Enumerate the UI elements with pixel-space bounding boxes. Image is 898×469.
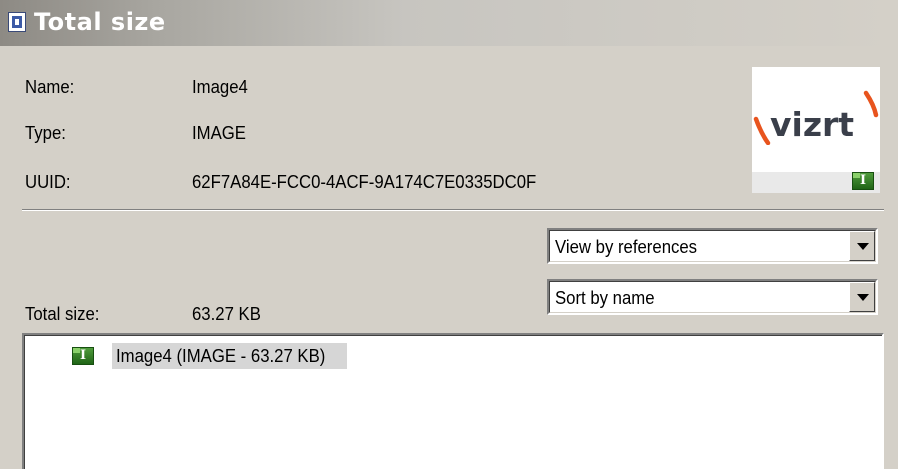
image-type-icon: I [72, 347, 94, 365]
reference-tree[interactable]: I Image4 (IMAGE - 63.27 KB) [22, 333, 884, 469]
type-value: IMAGE [192, 123, 246, 143]
svg-text:vizrt: vizrt [770, 105, 854, 144]
image-type-icon: I [852, 172, 874, 190]
name-label: Name: [25, 77, 75, 97]
thumbnail-preview: vizrt I [752, 67, 880, 193]
total-size-value: 63.27 KB [192, 304, 261, 324]
chevron-down-icon[interactable] [849, 282, 875, 312]
chevron-down-icon[interactable] [849, 231, 875, 261]
name-value: Image4 [192, 77, 248, 97]
total-size-label: Total size: [25, 304, 100, 324]
tree-item-label[interactable]: Image4 (IMAGE - 63.27 KB) [112, 343, 348, 369]
type-label: Type: [25, 123, 66, 143]
sort-by-value: Sort by name [555, 288, 655, 308]
uuid-value: 62F7A84E-FCC0-4ACF-9A174C7E0335DC0F [192, 172, 537, 192]
window-title: Total size [34, 8, 166, 36]
title-bar: Total size [0, 0, 898, 46]
view-by-value: View by references [555, 237, 698, 257]
separator [22, 209, 884, 211]
sort-by-dropdown[interactable]: Sort by name [547, 279, 878, 315]
document-icon [8, 12, 26, 32]
view-by-dropdown[interactable]: View by references [547, 228, 878, 264]
uuid-label: UUID: [25, 172, 71, 192]
vizrt-logo: vizrt [753, 90, 879, 145]
